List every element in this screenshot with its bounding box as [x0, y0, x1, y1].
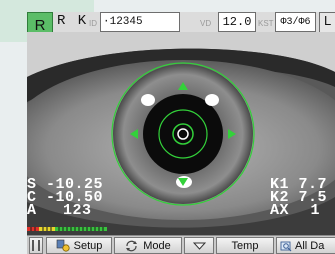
vd-field[interactable]: 12.0	[218, 12, 256, 32]
pupil-field[interactable]: Φ3/Φ6	[275, 12, 316, 32]
patient-id-field[interactable]: ·12345	[100, 12, 180, 32]
axis-reading: A 123	[27, 202, 92, 219]
dropdown-arrow-icon	[192, 242, 206, 250]
ax-label: AX	[270, 202, 290, 219]
list-view-button[interactable]	[29, 237, 43, 254]
ax-value: 1	[310, 202, 321, 219]
pupil-value: Φ3/Φ6	[280, 16, 311, 28]
temp-label: Temp	[231, 239, 259, 252]
setup-icon	[56, 239, 70, 252]
mode-label: Mode	[143, 239, 171, 252]
ax-reading: AX 1	[270, 202, 321, 219]
mode-button[interactable]: Mode	[114, 237, 182, 254]
temp-button[interactable]: Temp	[216, 237, 274, 254]
eye-camera-view: S -10.25 C -10.50 A 123 K1 7.7 K2 7.5 AX …	[27, 32, 335, 235]
patient-id-label: ID	[89, 19, 97, 28]
measurement-mode-label: R K	[57, 13, 89, 29]
setup-label: Setup	[73, 239, 103, 252]
list-view-icon	[32, 240, 40, 251]
dropdown-button[interactable]	[184, 237, 214, 254]
vd-value: 12.0	[222, 15, 252, 29]
patient-id-value: ·12345	[103, 16, 143, 28]
all-data-button[interactable]: All Da	[276, 237, 335, 254]
kst-label: KST	[258, 19, 274, 28]
device-screen: R R K ID ·12345 VD 12.0 KST Φ3/Φ6 L S -1…	[0, 0, 335, 254]
axis-value: 123	[63, 202, 92, 219]
setup-button[interactable]: Setup	[46, 237, 112, 254]
vd-label: VD	[200, 19, 212, 28]
axis-label: A	[27, 202, 37, 219]
all-data-label: All Da	[295, 239, 325, 252]
all-data-icon	[280, 241, 292, 251]
mode-icon	[126, 240, 138, 251]
